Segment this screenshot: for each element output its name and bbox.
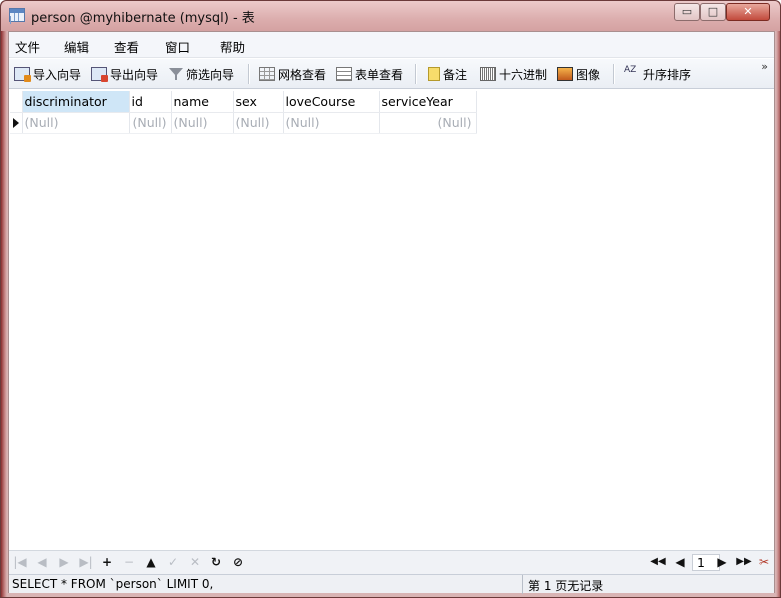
- export-wizard-icon: [91, 67, 108, 82]
- toolbar-overflow-button[interactable]: »: [761, 61, 768, 72]
- current-row-arrow-icon: [13, 117, 19, 128]
- image-label: 图像: [576, 67, 601, 82]
- grid-view-button[interactable]: 网格查看: [259, 65, 326, 83]
- memo-label: 备注: [443, 67, 468, 82]
- client-area: 文件 编辑 查看 窗口 帮助 导入向导 导出向导 筛选向导 网格查看 表单查看 …: [8, 31, 775, 594]
- export-wizard-button[interactable]: 导出向导: [91, 65, 158, 83]
- toolbar-separator: [248, 64, 249, 84]
- status-divider: [522, 575, 523, 594]
- memo-button[interactable]: 备注: [428, 65, 467, 83]
- column-header-id[interactable]: id: [129, 91, 172, 113]
- form-view-button[interactable]: 表单查看: [336, 65, 403, 83]
- delete-record-button[interactable]: −: [122, 555, 136, 569]
- last-record-button[interactable]: ▶|: [79, 555, 93, 569]
- filter-icon: [169, 67, 183, 81]
- column-header-sex[interactable]: sex: [233, 91, 284, 113]
- row-indicator[interactable]: [10, 112, 23, 134]
- image-icon: [557, 67, 573, 81]
- hex-label: 十六进制: [499, 67, 548, 82]
- record-navigation-bar: |◀ ◀ ▶ ▶| + − ▲ ✓ ✕ ↻ ⊘ ◀◀ ◀ 1 ▶ ▶▶ ✂: [9, 550, 774, 574]
- column-header-name[interactable]: name: [171, 91, 234, 113]
- close-button[interactable]: ✕: [726, 3, 770, 21]
- export-wizard-label: 导出向导: [110, 67, 159, 82]
- hex-button[interactable]: 十六进制: [480, 65, 547, 83]
- row-indicator-header: [10, 91, 23, 113]
- menu-view[interactable]: 查看: [114, 37, 139, 56]
- import-wizard-label: 导入向导: [33, 67, 82, 82]
- last-page-button[interactable]: ▶▶: [735, 555, 753, 569]
- memo-icon: [428, 67, 440, 81]
- first-page-button[interactable]: ◀◀: [649, 555, 667, 569]
- toolbar: 导入向导 导出向导 筛选向导 网格查看 表单查看 备注 十六进制 图像 AZ 升…: [9, 59, 774, 89]
- table-cell[interactable]: (Null): [379, 112, 477, 134]
- title-bar[interactable]: person @myhibernate (mysql) - 表 ▭ □ ✕: [1, 1, 780, 31]
- import-wizard-icon: [14, 67, 31, 82]
- column-header-discriminator[interactable]: discriminator: [22, 91, 130, 113]
- next-page-button[interactable]: ▶: [715, 555, 729, 569]
- column-header-lovecourse[interactable]: loveCourse: [283, 91, 380, 113]
- table-row[interactable]: (Null) (Null) (Null) (Null) (Null) (Null…: [10, 112, 477, 134]
- data-grid[interactable]: discriminator id name sex loveCourse ser…: [10, 91, 477, 134]
- grid-view-icon: [259, 67, 275, 81]
- sort-ascending-label: 升序排序: [643, 67, 692, 82]
- next-record-button[interactable]: ▶: [57, 555, 71, 569]
- menu-help[interactable]: 帮助: [220, 37, 245, 56]
- stop-button[interactable]: ⊘: [231, 555, 245, 569]
- toolbar-separator: [415, 64, 416, 84]
- column-header-serviceyear[interactable]: serviceYear: [379, 91, 477, 113]
- table-cell[interactable]: (Null): [129, 112, 172, 134]
- menu-window[interactable]: 窗口: [165, 37, 190, 56]
- maximize-button[interactable]: □: [700, 3, 726, 21]
- filter-wizard-label: 筛选向导: [186, 67, 235, 82]
- refresh-button[interactable]: ↻: [209, 555, 223, 569]
- record-status-text: 第 1 页无记录: [528, 579, 604, 593]
- add-record-button[interactable]: +: [100, 555, 114, 569]
- filter-wizard-button[interactable]: 筛选向导: [169, 65, 234, 83]
- grid-view-label: 网格查看: [278, 67, 327, 82]
- menu-file[interactable]: 文件: [15, 37, 40, 56]
- hex-icon: [480, 67, 496, 81]
- import-wizard-button[interactable]: 导入向导: [14, 65, 81, 83]
- menu-edit[interactable]: 编辑: [64, 37, 89, 56]
- table-cell[interactable]: (Null): [283, 112, 380, 134]
- image-button[interactable]: 图像: [557, 65, 600, 83]
- sql-status-text: SELECT * FROM `person` LIMIT 0,: [12, 577, 214, 591]
- table-header-row: discriminator id name sex loveCourse ser…: [10, 91, 477, 113]
- form-view-icon: [336, 67, 352, 81]
- menu-bar: 文件 编辑 查看 窗口 帮助: [9, 32, 774, 58]
- table-cell[interactable]: (Null): [233, 112, 284, 134]
- minimize-button[interactable]: ▭: [674, 3, 700, 21]
- form-view-label: 表单查看: [355, 67, 404, 82]
- app-window: person @myhibernate (mysql) - 表 ▭ □ ✕ 文件…: [0, 0, 781, 598]
- sort-ascending-icon: AZ: [624, 65, 637, 75]
- prev-record-button[interactable]: ◀: [35, 555, 49, 569]
- table-icon: [9, 8, 25, 22]
- cancel-changes-button[interactable]: ✕: [188, 555, 202, 569]
- apply-changes-button[interactable]: ▲: [144, 555, 158, 569]
- first-record-button[interactable]: |◀: [13, 555, 27, 569]
- sort-ascending-button[interactable]: AZ 升序排序: [624, 65, 691, 83]
- data-table: discriminator id name sex loveCourse ser…: [10, 91, 477, 134]
- toolbar-separator: [613, 64, 614, 84]
- prev-page-button[interactable]: ◀: [673, 555, 687, 569]
- table-cell[interactable]: (Null): [171, 112, 234, 134]
- confirm-button[interactable]: ✓: [166, 555, 180, 569]
- status-bar: SELECT * FROM `person` LIMIT 0, 第 1 页无记录: [9, 574, 774, 594]
- table-cell[interactable]: (Null): [22, 112, 130, 134]
- settings-tools-button[interactable]: ✂: [757, 555, 771, 569]
- window-title: person @myhibernate (mysql) - 表: [31, 11, 255, 26]
